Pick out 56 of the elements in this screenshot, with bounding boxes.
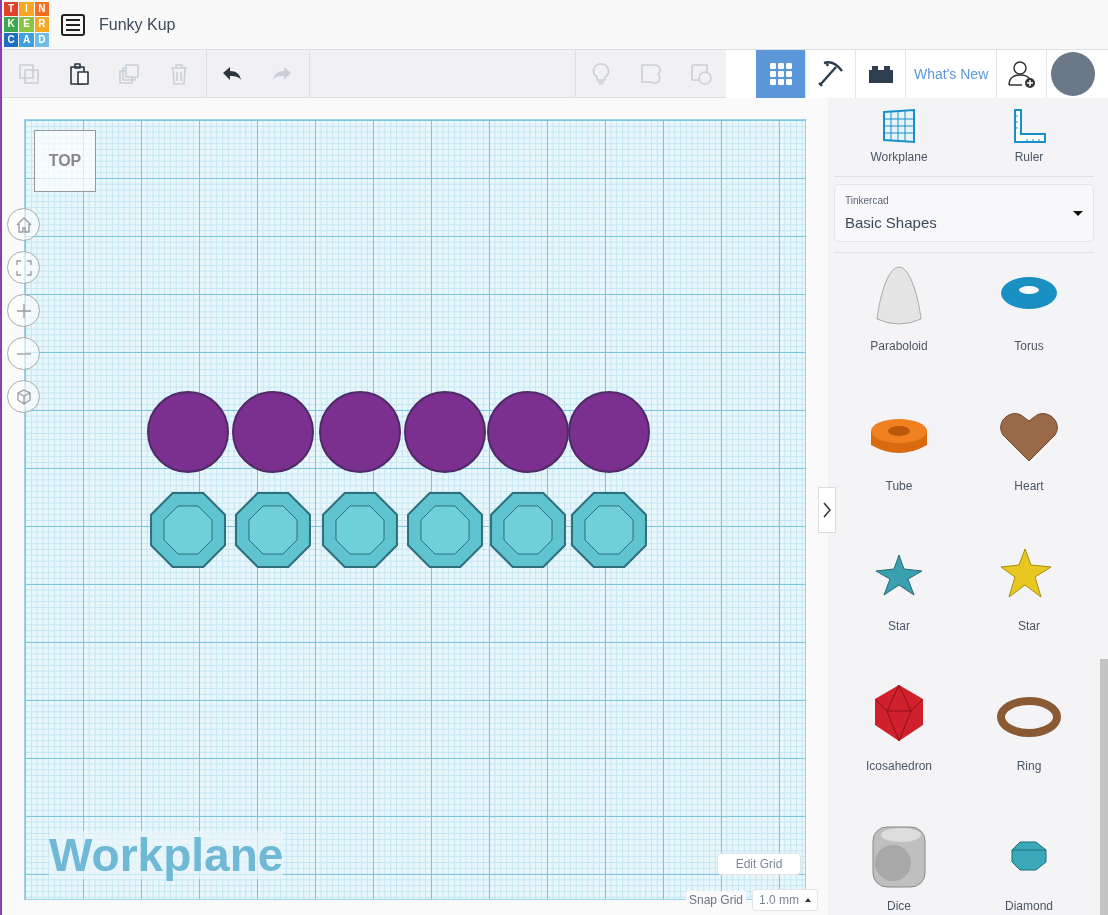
shape-item[interactable]: Icosahedron <box>834 673 964 814</box>
snap-grid-select[interactable]: 1.0 mm <box>752 889 818 911</box>
panel-collapse-tab[interactable] <box>818 487 836 533</box>
brick-icon <box>866 63 895 85</box>
shape-item[interactable]: Paraboloid <box>834 253 964 394</box>
design-title[interactable]: Funky Kup <box>99 12 176 37</box>
library-source: Tinkercad <box>845 193 890 208</box>
minus-icon <box>14 352 33 355</box>
home-icon <box>14 215 33 234</box>
logo-letter: K <box>4 17 19 32</box>
library-select[interactable]: Tinkercad Basic Shapes <box>834 184 1094 243</box>
logo-letter: E <box>19 17 34 32</box>
shape-item[interactable]: Tube <box>834 393 964 534</box>
shape-item[interactable]: Diamond <box>964 813 1094 915</box>
chevron-right-icon <box>823 502 831 518</box>
zoom-out-button[interactable] <box>7 337 40 370</box>
logo-letter: N <box>34 2 49 17</box>
fit-view-button[interactable] <box>7 251 40 284</box>
perspective-button[interactable] <box>7 380 40 413</box>
workplane-watermark: Workplane <box>49 831 284 879</box>
group-icon <box>639 61 663 86</box>
logo-letter: C <box>4 32 19 47</box>
ruler-icon <box>1011 108 1047 145</box>
paste-icon <box>67 61 91 86</box>
logo-letter: T <box>4 2 19 17</box>
shape-item[interactable]: Star <box>834 533 964 674</box>
logo-letter: D <box>34 32 49 47</box>
avatar[interactable] <box>1051 52 1096 96</box>
fit-icon <box>14 258 33 277</box>
shape-item[interactable]: Dice <box>834 813 964 915</box>
shape-item[interactable]: Star <box>964 533 1094 674</box>
shape-item[interactable]: Torus <box>964 253 1094 394</box>
ruler-tool[interactable]: Ruler <box>964 98 1094 177</box>
diamond-icon <box>1011 841 1047 872</box>
zoom-in-button[interactable] <box>7 294 40 327</box>
edit-grid-button[interactable]: Edit Grid <box>717 853 801 875</box>
logo-letter: R <box>34 17 49 32</box>
workplane-icon <box>881 108 917 145</box>
dropdown-caret-icon <box>1073 210 1083 216</box>
library-name: Basic Shapes <box>845 212 937 233</box>
cube-icon <box>14 387 33 406</box>
workplane-tool[interactable]: Workplane <box>834 98 964 177</box>
shape-item[interactable]: Ring <box>964 673 1094 814</box>
logo[interactable]: T I N K E R C A D <box>4 2 49 47</box>
shape-item[interactable]: Heart <box>964 393 1094 534</box>
menu-list-icon[interactable] <box>61 13 85 36</box>
copy-icon <box>17 61 41 86</box>
snap-grid-label: Snap Grid <box>685 891 746 909</box>
duplicate-icon <box>117 61 141 86</box>
pickaxe-icon <box>815 59 846 89</box>
ungroup-icon <box>689 61 713 86</box>
grid-icon <box>768 62 793 86</box>
plus-icon <box>14 301 33 320</box>
home-view-button[interactable] <box>7 208 40 241</box>
logo-letter: I <box>19 2 34 17</box>
logo-letter: A <box>19 32 34 47</box>
